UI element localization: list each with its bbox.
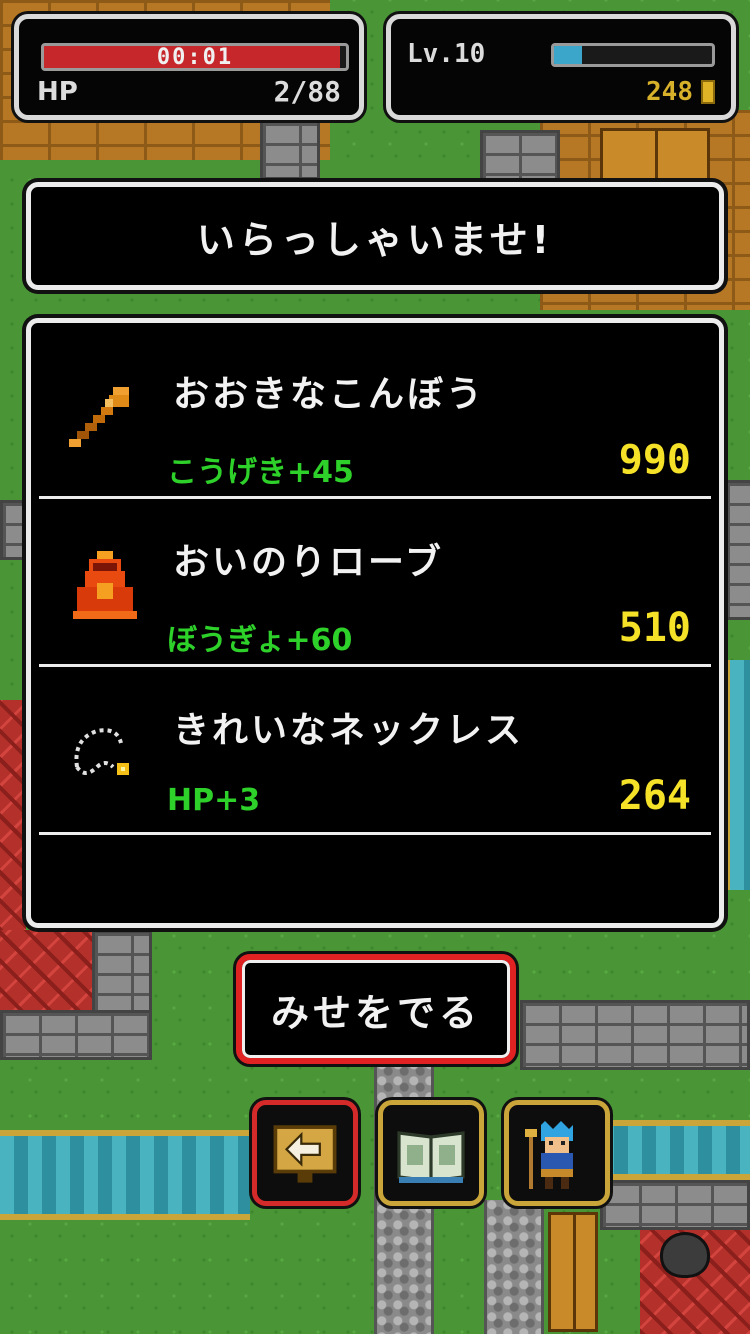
pot — [660, 1232, 710, 1278]
shop-item-club[interactable]: おおきなこんぼう こうげき+45 990 — [39, 331, 711, 499]
item-stat: こうげき+45 — [167, 455, 354, 490]
back-button[interactable] — [252, 1100, 358, 1206]
xp-bar-fill — [554, 46, 583, 64]
cabinet — [600, 128, 710, 184]
level-label: Lv.10 — [407, 39, 486, 69]
stone-wall — [480, 130, 560, 190]
stone-wall — [0, 1010, 152, 1060]
water-canal — [724, 660, 750, 890]
book-icon — [397, 1131, 465, 1183]
hp-value: 2/88 — [273, 75, 341, 108]
character-button[interactable] — [504, 1100, 610, 1206]
item-stat: ぼうぎょ+60 — [167, 623, 353, 658]
item-name: おいのりローブ — [173, 542, 444, 583]
club-icon — [69, 387, 129, 447]
item-name: おおきなこんぼう — [173, 374, 486, 415]
shop-greeting-box: いらっしゃいませ! — [26, 182, 724, 290]
exit-shop-button[interactable]: みせをでる — [236, 954, 516, 1064]
item-price: 510 — [618, 605, 691, 651]
cobblestone-path — [484, 1200, 544, 1334]
shop-item-list: おおきなこんぼう こうげき+45 990 おいのりローブ ぼうぎょ+60 510… — [26, 318, 724, 928]
roof-tiles — [0, 930, 92, 1020]
item-price: 990 — [618, 437, 691, 483]
shop-item-necklace[interactable]: きれいなネックレス HP+3 264 — [39, 667, 711, 835]
gold-value: 248 — [646, 77, 693, 107]
xp-bar — [551, 43, 715, 67]
robe-icon — [73, 551, 137, 619]
gold-display: 248 — [646, 77, 715, 107]
hp-panel: 00:01 HP 2/88 — [14, 14, 364, 120]
hp-label: HP — [37, 77, 78, 107]
stone-wall — [600, 1180, 750, 1230]
necklace-icon — [74, 728, 129, 775]
item-price: 264 — [618, 773, 691, 819]
water-canal — [600, 1120, 750, 1180]
roof-tiles — [0, 700, 26, 960]
timer: 00:01 — [156, 44, 234, 70]
book-button[interactable] — [378, 1100, 484, 1206]
back-arrow-icon — [273, 1125, 337, 1183]
cabinet — [548, 1212, 598, 1332]
item-name: きれいなネックレス — [173, 710, 525, 751]
stone-wall — [724, 480, 750, 620]
hp-bar: 00:01 — [41, 43, 349, 71]
exit-shop-label: みせをでる — [270, 990, 481, 1035]
stone-wall — [520, 1000, 750, 1070]
water-canal — [0, 1130, 250, 1220]
stone-wall — [0, 500, 26, 560]
shop-greeting: いらっしゃいませ! — [196, 217, 554, 262]
item-stat: HP+3 — [167, 783, 261, 818]
level-panel: Lv.10 248 — [386, 14, 736, 120]
coin-icon — [701, 80, 715, 104]
shop-item-robe[interactable]: おいのりローブ ぼうぎょ+60 510 — [39, 499, 711, 667]
stone-wall — [260, 120, 320, 180]
hero-icon — [525, 1121, 573, 1189]
